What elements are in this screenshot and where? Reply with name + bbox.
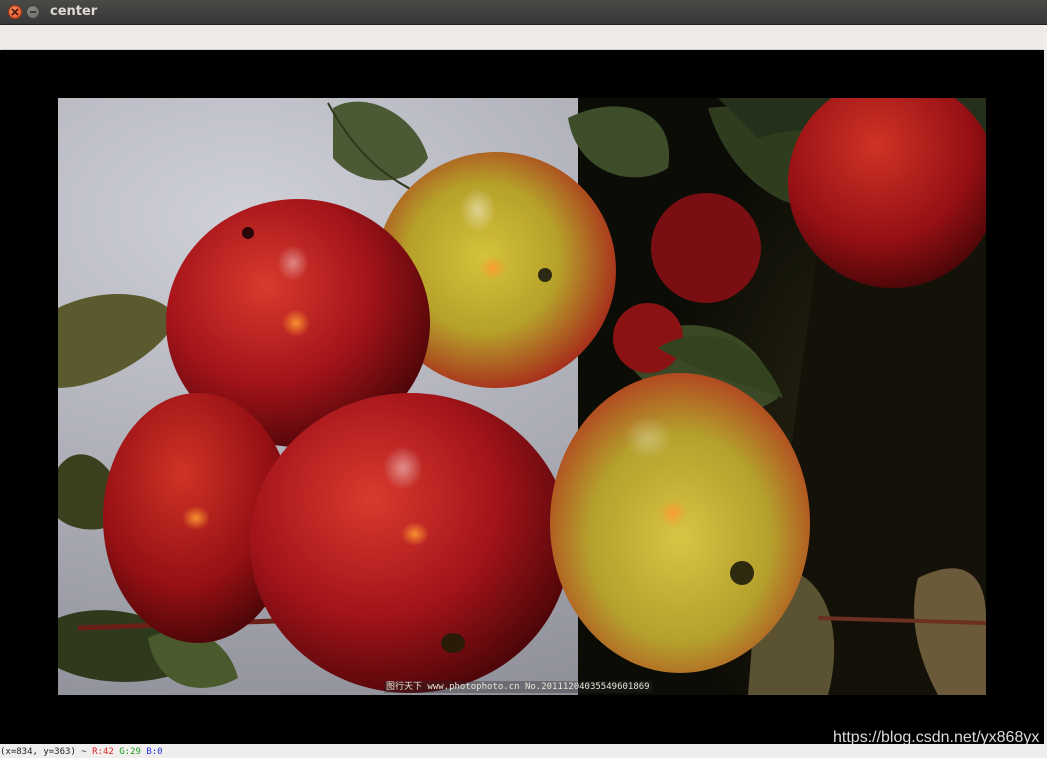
image-canvas[interactable]: 图行天下 www.photophoto.cn No.20111204035549… [0,50,1044,744]
minimize-button[interactable] [26,5,40,19]
close-button[interactable] [8,5,22,19]
green-value: G:29 [119,747,141,757]
photo-caption: 图行天下 www.photophoto.cn No.20111204035549… [384,681,652,693]
close-icon [11,8,19,16]
opencv-window: center 图行天下 www.photophoto.cn No.2011120… [0,0,1047,758]
toolbar [1,25,1043,50]
cursor-coordinates: (x=834, y=363) ~ [0,747,87,757]
minimize-icon [30,11,36,13]
status-bar: (x=834, y=363) ~ R:42 G:29 B:0 [0,744,1047,758]
window-title: center [50,4,98,19]
title-bar[interactable]: center [0,0,1047,25]
red-value: R:42 [92,747,114,757]
apples-photo [58,98,986,695]
blue-value: B:0 [146,747,163,757]
